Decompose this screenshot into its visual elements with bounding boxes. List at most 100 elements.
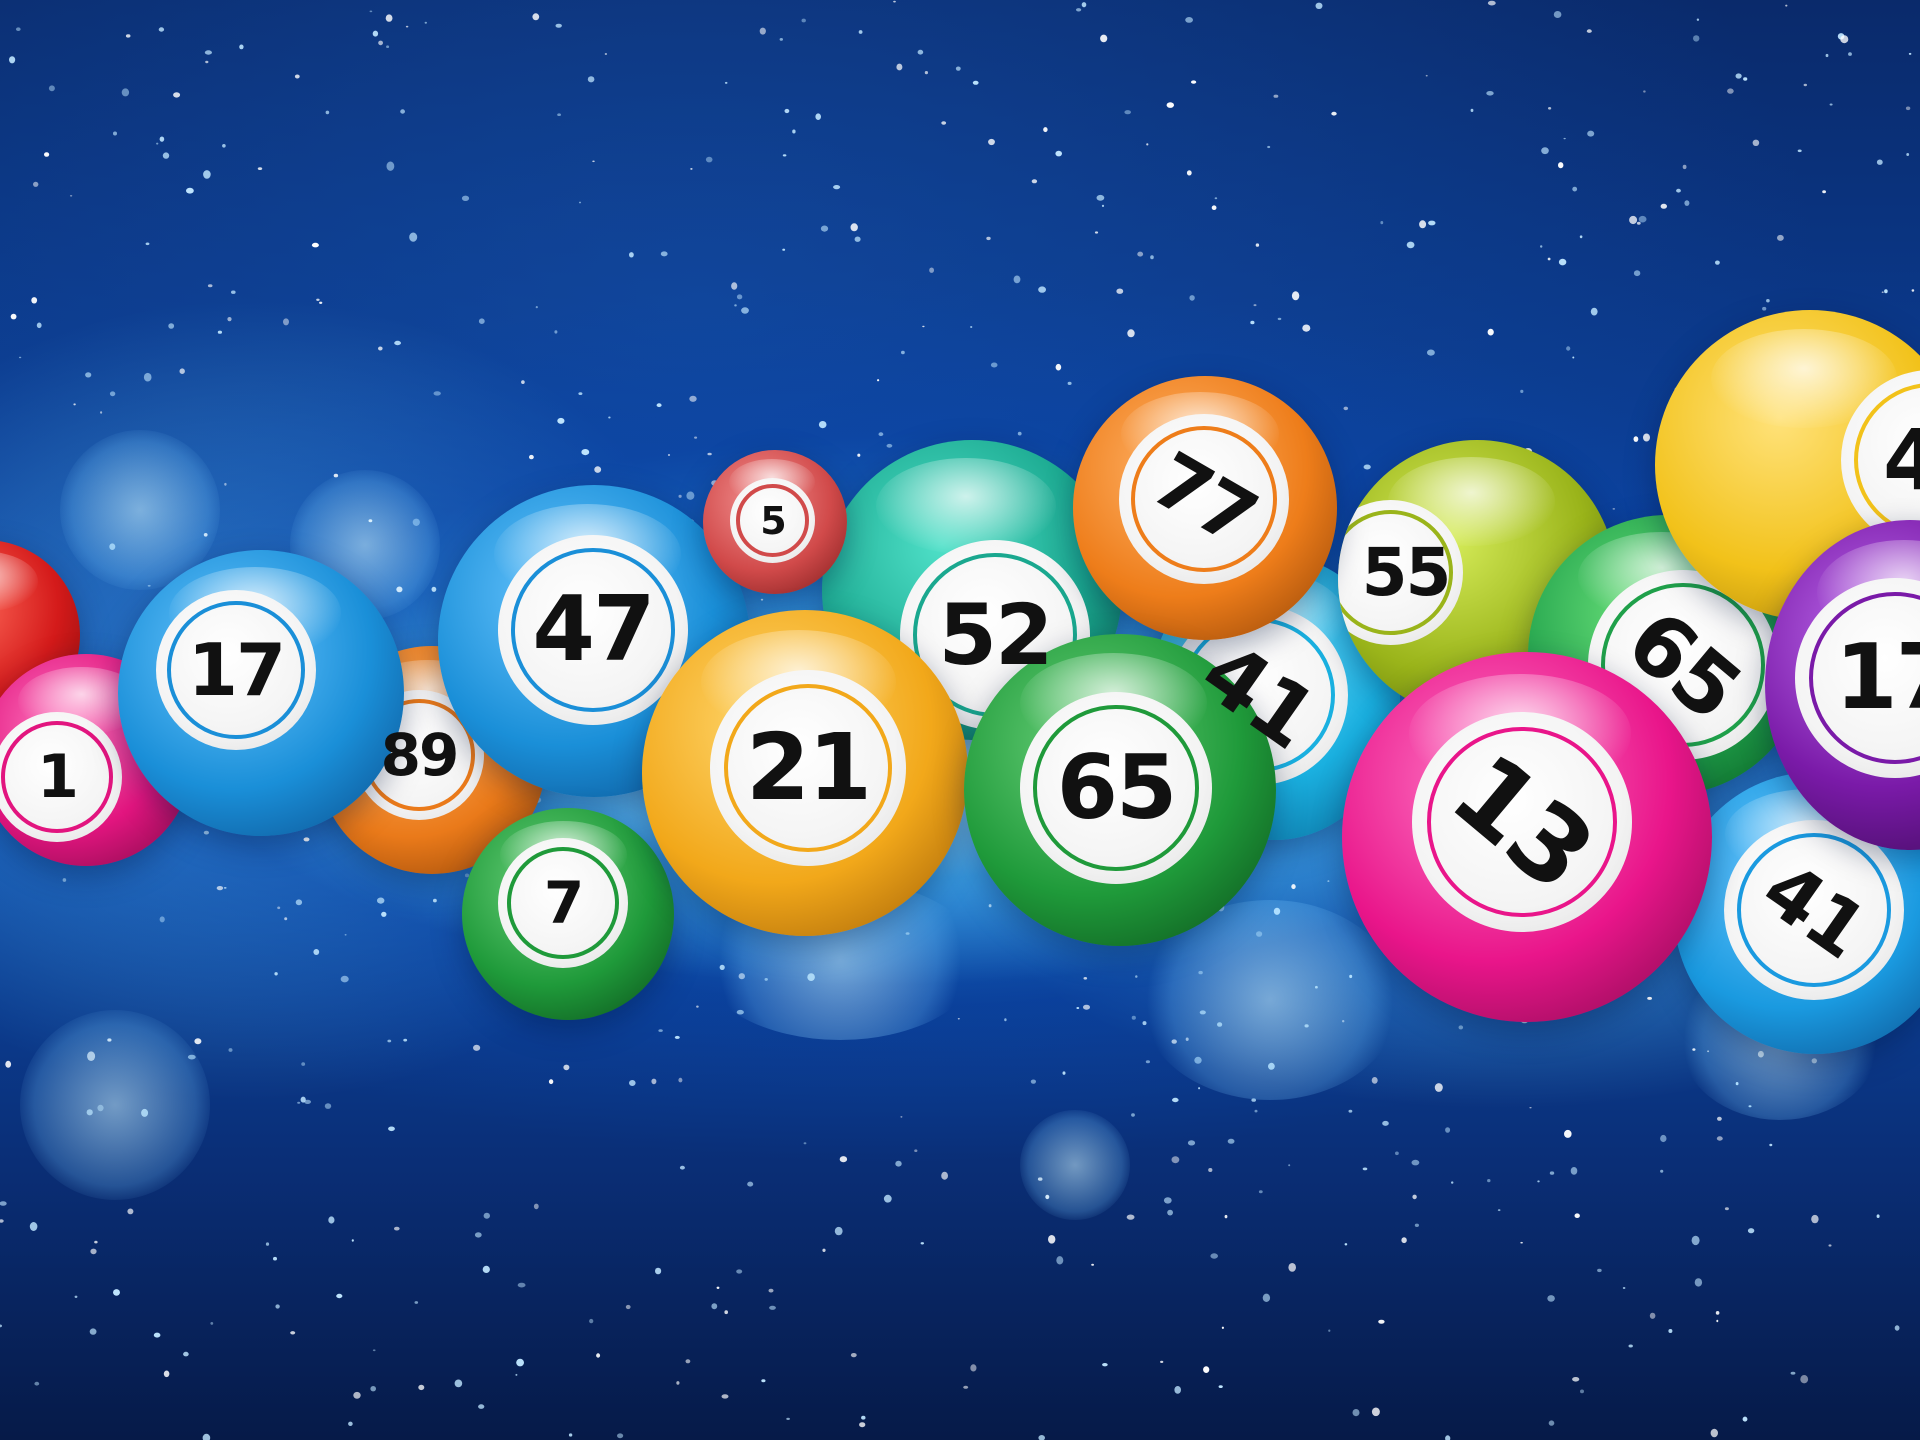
ball-number: 13 bbox=[1428, 730, 1616, 914]
sparkle bbox=[1434, 1083, 1443, 1092]
sparkle bbox=[156, 142, 159, 145]
sparkle bbox=[1633, 270, 1641, 277]
sparkle bbox=[159, 136, 165, 142]
sparkle bbox=[1628, 1344, 1633, 1348]
sparkle bbox=[1406, 241, 1415, 249]
sparkle bbox=[696, 1005, 699, 1008]
sparkle bbox=[1563, 137, 1566, 140]
sparkle bbox=[223, 887, 227, 889]
sparkle bbox=[109, 391, 116, 397]
sparkle bbox=[900, 1116, 903, 1118]
sparkle bbox=[1401, 1237, 1407, 1244]
ball-number: 1 bbox=[37, 742, 79, 812]
sparkle bbox=[1116, 288, 1124, 294]
sparkle bbox=[1894, 1325, 1900, 1331]
sparkle bbox=[1629, 215, 1638, 225]
sparkle bbox=[1825, 53, 1829, 58]
sparkle bbox=[578, 201, 582, 204]
sparkle bbox=[461, 195, 470, 201]
sparkle bbox=[1566, 346, 1571, 351]
sparkle bbox=[0, 1201, 7, 1206]
sparkle bbox=[478, 318, 485, 325]
sparkle bbox=[667, 454, 671, 456]
sparkle bbox=[1790, 1371, 1796, 1375]
sparkle bbox=[972, 80, 979, 85]
sparkle bbox=[1497, 1209, 1501, 1212]
sparkle bbox=[1331, 111, 1337, 116]
sparkle bbox=[736, 1269, 743, 1274]
sparkle bbox=[1668, 1329, 1673, 1333]
sparkle bbox=[386, 45, 390, 48]
sparkle bbox=[782, 154, 787, 157]
sparkle bbox=[210, 1322, 214, 1325]
sparkle bbox=[834, 1226, 843, 1236]
sparkle bbox=[1638, 215, 1647, 223]
sparkle bbox=[1211, 205, 1217, 210]
sparkle bbox=[1572, 1377, 1580, 1382]
sparkle bbox=[1221, 1326, 1224, 1330]
sparkle bbox=[297, 1101, 301, 1104]
sparkle bbox=[33, 181, 39, 187]
sparkle bbox=[1411, 1159, 1420, 1166]
sparkle bbox=[782, 248, 786, 251]
sparkle bbox=[1101, 204, 1105, 207]
sparkle bbox=[1520, 1241, 1523, 1244]
sparkle bbox=[815, 113, 821, 120]
sparkle bbox=[74, 1295, 78, 1299]
sparkle bbox=[1529, 1107, 1532, 1109]
sparkle bbox=[1752, 139, 1760, 146]
sparkle bbox=[1451, 1181, 1454, 1184]
ball-number: 65 bbox=[1056, 736, 1177, 839]
sparkle bbox=[1137, 251, 1144, 257]
sparkle bbox=[818, 421, 827, 429]
sparkle bbox=[1558, 258, 1567, 266]
sparkle bbox=[5, 1060, 12, 1068]
sparkle bbox=[381, 911, 387, 917]
sparkle bbox=[535, 306, 538, 309]
sparkle bbox=[741, 307, 749, 314]
sparkle bbox=[162, 152, 170, 159]
sparkle bbox=[1056, 1256, 1064, 1265]
sparkle bbox=[9, 56, 16, 64]
sparkle bbox=[94, 1240, 98, 1244]
sparkle bbox=[822, 1248, 826, 1253]
ball-number: 7 bbox=[543, 869, 584, 937]
sparkle bbox=[204, 50, 212, 55]
sparkle bbox=[689, 395, 697, 402]
sparkle bbox=[548, 1079, 554, 1085]
sparkle bbox=[483, 1212, 490, 1219]
sparkle bbox=[1146, 143, 1149, 146]
sparkle bbox=[431, 586, 437, 592]
sparkle bbox=[1186, 170, 1192, 176]
sparkle bbox=[340, 975, 349, 983]
sparkle bbox=[378, 346, 383, 351]
sparkle bbox=[941, 1171, 948, 1180]
sparkle bbox=[257, 167, 263, 171]
sparkle bbox=[883, 1194, 892, 1203]
sparkle bbox=[1647, 996, 1652, 1000]
sparkle bbox=[1727, 88, 1734, 94]
sparkle bbox=[372, 1349, 376, 1352]
bingo-balls-background: 89 52 41 55 65 4 1 17 47 5 7 77 21 65 41… bbox=[0, 0, 1920, 1440]
sparkle bbox=[1828, 1244, 1832, 1247]
sparkle bbox=[121, 88, 130, 97]
sparkle bbox=[901, 350, 905, 355]
sparkle bbox=[970, 326, 973, 328]
sparkle bbox=[205, 60, 209, 64]
sparkle bbox=[1062, 1071, 1066, 1075]
sparkle bbox=[1382, 1120, 1389, 1126]
sparkle bbox=[1227, 1138, 1235, 1144]
sparkle bbox=[707, 452, 712, 456]
sparkle bbox=[125, 34, 131, 38]
sparkle bbox=[1185, 17, 1193, 23]
sparkle bbox=[1198, 1087, 1201, 1090]
sparkle bbox=[768, 1288, 774, 1293]
sparkle bbox=[877, 379, 880, 382]
sparkle bbox=[183, 1351, 189, 1357]
sparkle bbox=[344, 934, 347, 936]
sparkle bbox=[231, 290, 236, 294]
sparkle bbox=[970, 1364, 977, 1372]
sparkle bbox=[1004, 1018, 1007, 1022]
sparkle bbox=[1124, 110, 1131, 115]
sparkle bbox=[1328, 1329, 1331, 1332]
